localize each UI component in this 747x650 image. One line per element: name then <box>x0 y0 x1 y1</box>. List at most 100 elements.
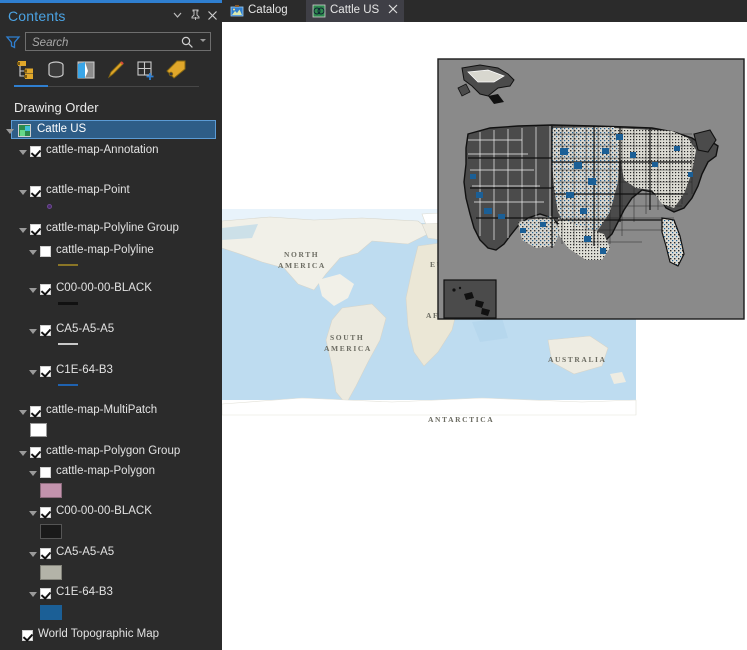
search-box[interactable] <box>25 32 211 51</box>
chevron-down-icon[interactable] <box>200 39 206 42</box>
list-item-label: CA5-A5-A5 <box>56 546 114 558</box>
list-item-label: Cattle US <box>37 123 86 135</box>
symbol-swatch-line <box>58 264 78 266</box>
layer-list: Cattle US cattle-map-Annotation cattle-m… <box>0 120 222 650</box>
contents-pane: Contents <box>0 0 222 650</box>
pin-icon[interactable] <box>188 9 203 24</box>
search-row <box>0 29 222 55</box>
expander-icon[interactable] <box>19 228 27 233</box>
basemap-label: AMERICA <box>324 344 372 353</box>
list-item-cattle-map-multipatch[interactable]: cattle-map-MultiPatch <box>0 402 222 422</box>
list-item-cattle-map-polyline[interactable]: cattle-map-Polyline <box>0 242 222 262</box>
layer-checkbox[interactable] <box>30 406 41 417</box>
list-by-data-source-button[interactable] <box>44 59 70 83</box>
list-item-cattle-map-annotation[interactable]: cattle-map-Annotation <box>0 142 222 162</box>
list-item-c1e-64-b3-line[interactable]: C1E-64-B3 <box>0 362 222 382</box>
expander-icon[interactable] <box>29 329 37 334</box>
layer-checkbox[interactable] <box>22 630 33 641</box>
tab-catalog[interactable]: Catalog <box>224 0 304 22</box>
expander-icon[interactable] <box>29 250 37 255</box>
expander-icon[interactable] <box>6 129 14 134</box>
symbol-swatch-point <box>47 204 52 209</box>
layer-checkbox[interactable] <box>40 246 51 257</box>
map-graphic: NORTH AMERICA SOUTH AMERICA EUROPE AFRIC… <box>222 22 747 650</box>
drawing-order-heading: Drawing Order <box>14 100 99 115</box>
layer-checkbox[interactable] <box>40 507 51 518</box>
layer-checkbox[interactable] <box>40 366 51 377</box>
layer-checkbox[interactable] <box>40 325 51 336</box>
filter-funnel-icon[interactable] <box>5 34 21 50</box>
list-item-cattle-map-polygon-group[interactable]: cattle-map-Polygon Group <box>0 443 222 463</box>
symbol-swatch-line <box>58 302 78 305</box>
arcgis-pro-window: Contents <box>0 0 747 650</box>
list-item-c1e-64-b3-fill[interactable]: C1E-64-B3 <box>0 584 222 604</box>
layer-checkbox[interactable] <box>40 548 51 559</box>
basemap-label: AMERICA <box>278 261 326 270</box>
list-item-label: C00-00-00-BLACK <box>56 505 152 517</box>
layer-checkbox[interactable] <box>30 447 41 458</box>
search-input[interactable] <box>30 33 174 52</box>
layer-checkbox[interactable] <box>30 224 41 235</box>
list-item-label: cattle-map-Point <box>46 184 130 196</box>
list-item-c00-00-00-black-line[interactable]: C00-00-00-BLACK <box>0 280 222 300</box>
tab-label: Catalog <box>248 4 288 16</box>
layer-checkbox[interactable] <box>30 146 41 157</box>
list-item-ca5-a5-a5-line[interactable]: CA5-A5-A5 <box>0 321 222 341</box>
symbol-swatch-line <box>58 384 78 386</box>
list-by-labeling-button[interactable] <box>164 59 190 83</box>
symbol-swatch-line <box>58 343 78 345</box>
tab-cattle-us[interactable]: Cattle US <box>306 0 404 22</box>
cattle-us-layer-frame <box>438 59 744 319</box>
close-icon[interactable] <box>205 9 220 24</box>
list-item-label: C00-00-00-BLACK <box>56 282 152 294</box>
list-item-label: cattle-map-MultiPatch <box>46 404 157 416</box>
list-item-cattle-us[interactable]: Cattle US <box>11 120 216 139</box>
layer-checkbox[interactable] <box>30 186 41 197</box>
list-by-snapping-button[interactable] <box>134 59 160 83</box>
list-by-drawing-order-button[interactable] <box>14 59 40 83</box>
basemap-label: SOUTH <box>330 333 364 342</box>
chevron-down-icon[interactable] <box>170 9 185 24</box>
expander-icon[interactable] <box>29 471 37 476</box>
list-item-label: cattle-map-Polygon Group <box>46 445 180 457</box>
list-item-cattle-map-polygon[interactable]: cattle-map-Polygon <box>0 463 222 483</box>
list-item-cattle-map-point[interactable]: cattle-map-Point <box>0 182 222 202</box>
symbol-swatch-fill <box>40 605 62 620</box>
expander-icon[interactable] <box>29 511 37 516</box>
expander-icon[interactable] <box>29 552 37 557</box>
close-icon[interactable] <box>388 4 398 18</box>
list-item-c00-00-00-black-fill[interactable]: C00-00-00-BLACK <box>0 503 222 523</box>
list-item-label: cattle-map-Annotation <box>46 144 159 156</box>
map-canvas[interactable]: NORTH AMERICA SOUTH AMERICA EUROPE AFRIC… <box>222 22 747 650</box>
list-item-label: World Topographic Map <box>38 628 159 640</box>
map-view-icon <box>312 4 326 18</box>
symbol-swatch-fill <box>40 524 62 539</box>
list-item-cattle-map-polyline-group[interactable]: cattle-map-Polyline Group <box>0 220 222 240</box>
list-item-label: cattle-map-Polygon <box>56 465 155 477</box>
list-item-ca5-a5-a5-fill[interactable]: CA5-A5-A5 <box>0 544 222 564</box>
expander-icon[interactable] <box>19 190 27 195</box>
layer-checkbox[interactable] <box>40 467 51 478</box>
layer-checkbox[interactable] <box>40 588 51 599</box>
list-by-editing-button[interactable] <box>104 59 130 83</box>
symbol-swatch-fill <box>30 423 47 437</box>
search-icon[interactable] <box>180 35 194 49</box>
view-tabstrip: Catalog Cattle US <box>222 0 747 22</box>
expander-icon[interactable] <box>29 592 37 597</box>
list-item-world-topographic-map[interactable]: World Topographic Map <box>0 626 222 646</box>
page-title: Contents <box>8 8 66 24</box>
symbol-swatch-fill <box>40 483 62 498</box>
hawaii-inset <box>444 280 496 318</box>
expander-icon[interactable] <box>19 451 27 456</box>
contents-toolbar <box>0 57 222 87</box>
list-by-selection-button[interactable] <box>74 59 100 83</box>
expander-icon[interactable] <box>19 410 27 415</box>
symbol-swatch-fill <box>40 565 62 580</box>
expander-icon[interactable] <box>19 150 27 155</box>
basemap-label: NORTH <box>284 250 319 259</box>
list-item-label: cattle-map-Polyline <box>56 244 154 256</box>
expander-icon[interactable] <box>29 370 37 375</box>
basemap-label: AUSTRALIA <box>548 355 607 364</box>
expander-icon[interactable] <box>29 288 37 293</box>
layer-checkbox[interactable] <box>40 284 51 295</box>
